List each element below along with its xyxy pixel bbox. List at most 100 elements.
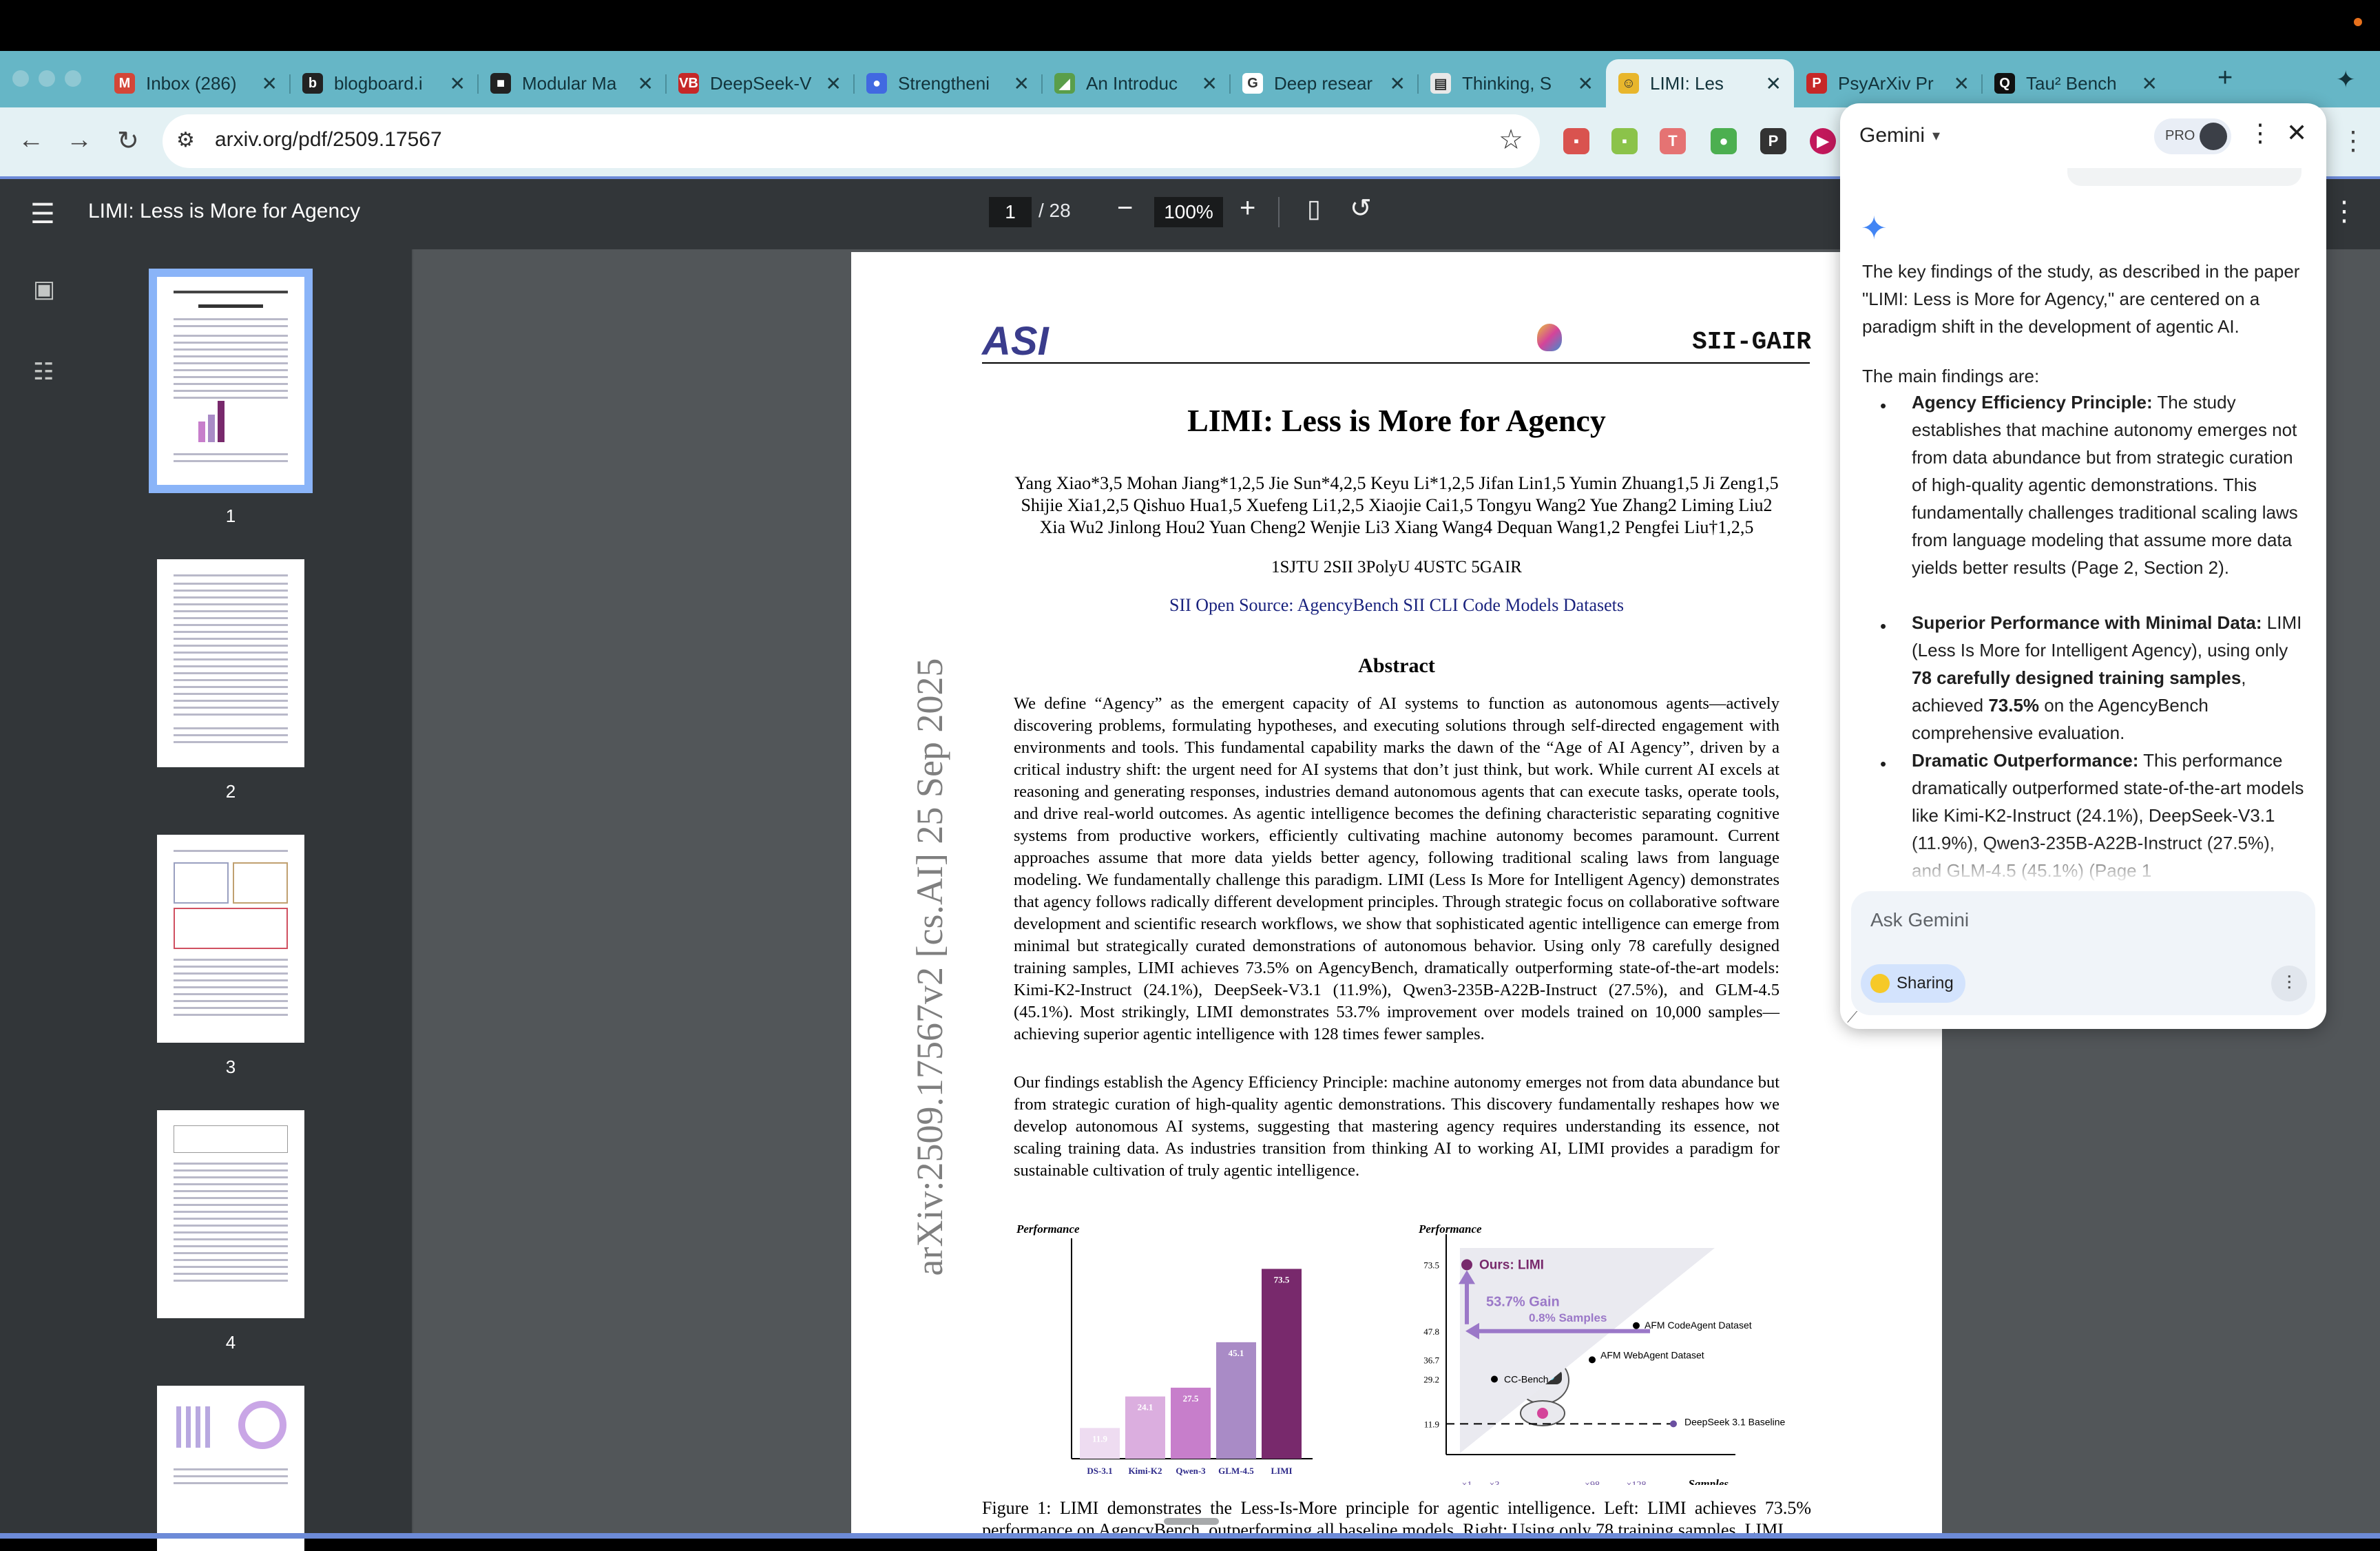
tab-close-icon[interactable]: ✕ (638, 72, 654, 95)
window-minimize-button[interactable] (39, 70, 55, 87)
page-number-input[interactable]: 1 (989, 197, 1032, 227)
tab-close-icon[interactable]: ✕ (1014, 72, 1030, 95)
back-arrow-icon[interactable]: ← (18, 125, 44, 155)
data-point (1589, 1356, 1596, 1364)
horizontal-scrollbar[interactable] (1164, 1518, 1219, 1525)
tab-close-icon[interactable]: ✕ (1202, 72, 1218, 95)
y-tick-label: 73.5 (1423, 1260, 1439, 1270)
gemini-title[interactable]: Gemini (1859, 124, 1925, 147)
thumbnail-number: 4 (225, 1332, 236, 1353)
paper-title: LIMI: Less is More for Agency (1187, 403, 1606, 438)
close-icon[interactable]: ✕ (2286, 118, 2307, 147)
gemini-response: ✦ The key findings of the study, as desc… (1840, 168, 2326, 884)
address-bar[interactable]: ⚙ arxiv.org/pdf/2509.17567 ☆ (163, 114, 1540, 168)
tab-close-icon[interactable]: ✕ (262, 72, 278, 95)
tab-separator (853, 74, 855, 94)
page-thumbnail-2[interactable] (157, 559, 304, 767)
page-thumbnail-1[interactable] (149, 269, 313, 493)
browser-menu-icon[interactable]: ⋮ (2340, 125, 2366, 156)
tab-label: Inbox (286) (146, 72, 237, 94)
sharing-chip[interactable]: Sharing (1861, 964, 1965, 1003)
extension-green-icon[interactable]: ▪ (1611, 128, 1638, 154)
thumbnails-icon[interactable]: ▣ (33, 275, 55, 303)
avatar (2200, 123, 2227, 150)
browser-tab[interactable]: ● Strengtheni ✕ (854, 59, 1042, 107)
tab-favicon-icon: G (1242, 73, 1263, 94)
bar-chart: Performance 11.9 DS-3.1 24.1 Kimi-K2 27.5 Qwen… (1016, 1222, 1313, 1476)
new-tab-button[interactable]: + (2217, 63, 2233, 93)
forward-arrow-icon[interactable]: → (66, 125, 92, 155)
more-options-icon[interactable]: ⋮ (2248, 118, 2273, 147)
tab-close-icon[interactable]: ✕ (2142, 72, 2158, 95)
chevron-down-icon[interactable]: ▾ (1932, 127, 1940, 145)
bookmark-star-icon[interactable]: ☆ (1499, 124, 1523, 156)
tab-label: Strengtheni (898, 72, 990, 94)
zoom-out-button[interactable]: − (1117, 193, 1133, 224)
zoom-in-button[interactable]: + (1240, 193, 1255, 224)
browser-tab[interactable]: ■ Modular Ma ✕ (478, 59, 666, 107)
figure-1: Performance 11.9 DS-3.1 24.1 Kimi-K2 27.5 Qwen… (1016, 1222, 1786, 1485)
tab-close-icon[interactable]: ✕ (1390, 72, 1406, 95)
tab-separator (1041, 74, 1043, 94)
bullet-icon: • (1880, 753, 1887, 774)
gemini-sparkle-icon[interactable]: ✦ (2336, 66, 2356, 94)
extension-play-icon[interactable]: ▶ (1810, 128, 1836, 154)
browser-tab[interactable]: ◢ An Introduc ✕ (1042, 59, 1230, 107)
window-zoom-button[interactable] (65, 70, 81, 87)
pdf-sidebar: ▣ ☷ 1 2 3 4 (0, 249, 413, 1551)
browser-tab[interactable]: b blogboard.i ✕ (290, 59, 478, 107)
ask-gemini-input[interactable]: Ask Gemini (1870, 909, 1969, 931)
extension-recorder-icon[interactable]: ● (1711, 128, 1737, 154)
zoom-input[interactable]: 100% (1154, 197, 1223, 227)
fit-page-icon[interactable]: ▯ (1307, 194, 1321, 223)
bar (1262, 1269, 1302, 1459)
browser-tab[interactable]: ☺ LIMI: Les ✕ (1606, 59, 1794, 107)
tab-favicon-icon: ● (866, 73, 887, 94)
page-thumbnail-3[interactable] (157, 835, 304, 1043)
outline-icon[interactable]: ☷ (33, 358, 54, 386)
bottom-accent-bar (0, 1533, 2380, 1539)
point-label: DeepSeek 3.1 Baseline (1684, 1416, 1786, 1427)
page-thumbnail-5[interactable] (157, 1386, 304, 1551)
window-close-button[interactable] (12, 70, 29, 87)
tab-close-icon[interactable]: ✕ (1766, 72, 1782, 95)
browser-tab[interactable]: VB DeepSeek-V ✕ (666, 59, 854, 107)
author-line: Xia Wu2 Jinlong Hou2 Yuan Cheng2 Wenjie … (1039, 517, 1754, 537)
page-thumbnail-4[interactable] (157, 1110, 304, 1318)
gair-bulb-icon (1537, 324, 1562, 351)
tab-close-icon[interactable]: ✕ (450, 72, 466, 95)
finding-item: Superior Performance with Minimal Data: … (1912, 609, 2304, 747)
rotate-icon[interactable]: ↺ (1350, 193, 1372, 224)
url-text: arxiv.org/pdf/2509.17567 (215, 128, 442, 151)
browser-tab[interactable]: Q Tau² Bench ✕ (1982, 59, 2170, 107)
menu-icon[interactable]: ☰ (30, 198, 55, 230)
y-tick-label: 36.7 (1423, 1355, 1439, 1365)
arxiv-stamp: arXiv:2509.17567v2 [cs.AI] 25 Sep 2025 (909, 653, 950, 1281)
extension-red-icon[interactable]: ▪ (1563, 128, 1589, 154)
gemini-input-box[interactable]: Ask Gemini Sharing ⫶ (1851, 891, 2315, 1015)
gemini-header: Gemini ▾ PRO ⋮ ✕ (1840, 103, 2326, 168)
extension-tp-icon[interactable]: T (1660, 128, 1686, 154)
tab-close-icon[interactable]: ✕ (1954, 72, 1970, 95)
point-label: Ours: LIMI (1479, 1258, 1544, 1272)
browser-tab[interactable]: M Inbox (286) ✕ (102, 59, 290, 107)
browser-tab[interactable]: ▤ Thinking, S ✕ (1418, 59, 1606, 107)
tab-close-icon[interactable]: ✕ (1578, 72, 1594, 95)
x-tick-label: ×128 (1627, 1480, 1647, 1485)
resource-links[interactable]: SII Open Source: AgencyBench SII CLI Cod… (851, 595, 1942, 616)
resize-handle-icon[interactable]: ⟋ (1847, 1008, 1857, 1026)
tab-favicon-icon: ■ (490, 73, 511, 94)
samples-annotation: 0.8% Samples (1529, 1311, 1607, 1324)
finding-heading: Dramatic Outperformance: (1912, 750, 2139, 771)
bar-value-label: 73.5 (1274, 1274, 1290, 1284)
site-info-icon[interactable]: ⚙ (176, 128, 195, 152)
extension-p-icon[interactable]: P (1760, 128, 1786, 154)
browser-tab[interactable]: P PsyArXiv Pr ✕ (1794, 59, 1982, 107)
tab-close-icon[interactable]: ✕ (826, 72, 842, 95)
tab-favicon-icon: ◢ (1054, 73, 1075, 94)
voice-input-icon[interactable]: ⫶ (2271, 966, 2307, 1001)
pdf-more-icon[interactable]: ⋮ (2330, 196, 2358, 227)
browser-tab[interactable]: G Deep resear ✕ (1230, 59, 1418, 107)
account-badge[interactable]: PRO (2154, 118, 2231, 154)
reload-icon[interactable]: ↻ (117, 125, 139, 156)
